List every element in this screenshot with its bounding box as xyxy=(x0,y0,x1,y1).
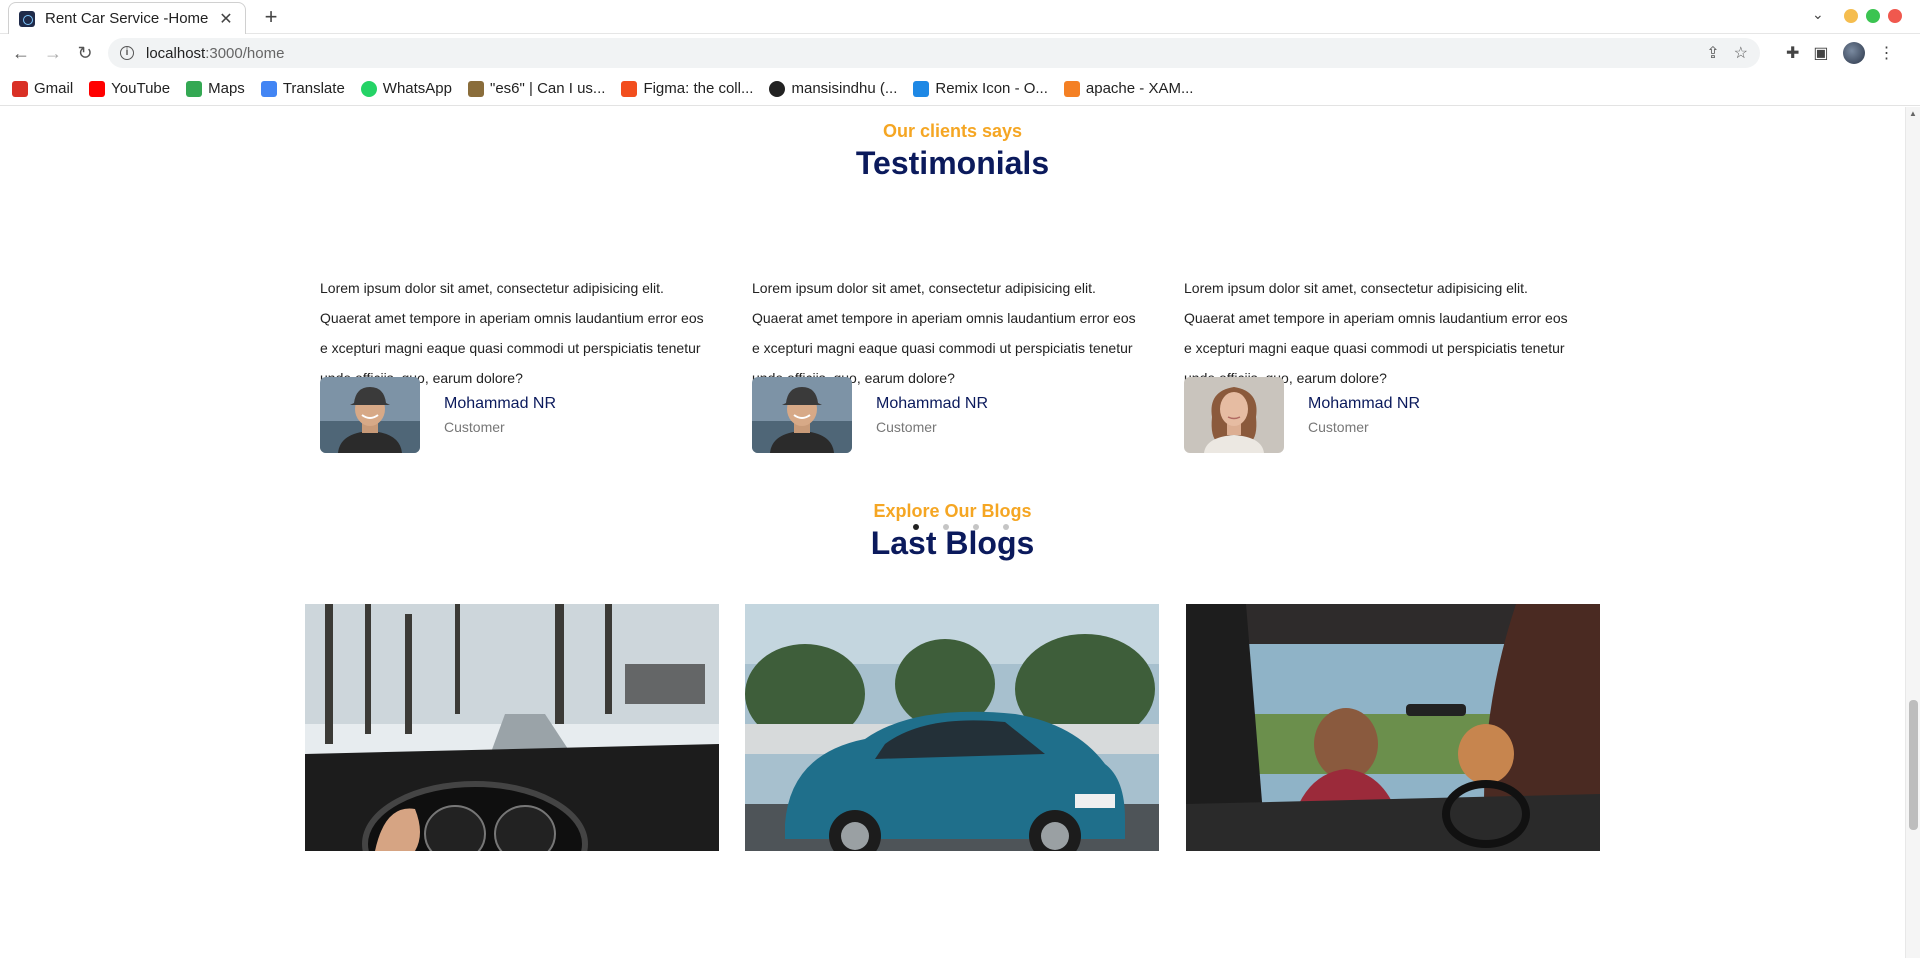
bookmark-label: WhatsApp xyxy=(382,80,452,97)
bookmark-label: Gmail xyxy=(34,80,74,97)
author-role: Customer xyxy=(1308,419,1369,435)
url-host: localhost xyxy=(146,44,206,62)
side-panel-icon[interactable]: ▣ xyxy=(1813,43,1828,63)
gmail-icon xyxy=(12,80,28,97)
author-name: Mohammad NR xyxy=(444,395,557,412)
address-bar[interactable]: i localhost:3000/home ⇪ ☆ xyxy=(108,38,1760,68)
browser-tab[interactable]: Rent Car Service -Home ✕ xyxy=(8,2,246,34)
testimonial-quote: Lorem ipsum dolor sit amet, consectetur … xyxy=(752,280,1136,386)
bookmark-youtube[interactable]: YouTube xyxy=(89,80,170,97)
testimonials-title: Testimonials xyxy=(855,145,1050,181)
testimonial-author: Mohammad NR Customer xyxy=(752,377,988,453)
bookmark-figma[interactable]: Figma: the coll... xyxy=(621,80,753,97)
react-favicon-icon xyxy=(19,10,35,27)
more-menu-icon[interactable]: ⋮ xyxy=(1879,43,1895,63)
share-icon[interactable]: ⇪ xyxy=(1706,43,1719,63)
author-role: Customer xyxy=(444,419,505,435)
bookmark-caniuse[interactable]: "es6" | Can I us... xyxy=(468,80,605,97)
minimize-icon[interactable] xyxy=(1844,9,1858,23)
bookmark-label: Translate xyxy=(282,80,345,97)
man-portrait-image xyxy=(320,377,420,453)
tab-title: Rent Car Service -Home xyxy=(45,10,209,27)
youtube-icon xyxy=(89,80,106,97)
blogs-title: Last Blogs xyxy=(870,525,1035,561)
snowy-road-driving-image xyxy=(305,604,719,851)
window-controls xyxy=(1844,9,1902,23)
testimonial-quote: Lorem ipsum dolor sit amet, consectetur … xyxy=(320,280,704,386)
testimonial-card: Lorem ipsum dolor sit amet, consectetur … xyxy=(752,273,1144,453)
bookmark-label: "es6" | Can I us... xyxy=(490,80,606,97)
bookmark-label: Maps xyxy=(208,80,245,97)
url-text: localhost:3000/home xyxy=(146,45,284,62)
blog-card-image[interactable] xyxy=(305,604,719,851)
testimonials-subtitle: Our clients says xyxy=(882,121,1023,141)
blogs-subtitle: Explore Our Blogs xyxy=(873,501,1032,521)
testimonial-author: Mohammad NR Customer xyxy=(320,377,556,453)
profile-avatar[interactable] xyxy=(1842,42,1865,64)
new-tab-icon[interactable]: + xyxy=(258,4,284,30)
omnibox-actions: ⇪ ☆ xyxy=(1706,43,1748,63)
bookmarks-bar: Gmail YouTube Maps Translate WhatsApp "e… xyxy=(0,72,1920,106)
bookmark-gmail[interactable]: Gmail xyxy=(12,80,73,97)
stackoverflow-icon xyxy=(1063,80,1080,97)
bookmark-translate[interactable]: Translate xyxy=(260,80,345,97)
close-window-icon[interactable] xyxy=(1888,9,1902,23)
url-path: :3000/home xyxy=(205,44,285,62)
bookmark-label: Figma: the coll... xyxy=(643,80,754,97)
maximize-icon[interactable] xyxy=(1866,9,1880,23)
convertible-road-trip-image xyxy=(1186,604,1600,851)
reload-icon[interactable]: ↻ xyxy=(74,42,96,64)
site-info-icon[interactable]: i xyxy=(120,46,134,60)
translate-icon xyxy=(260,80,277,97)
author-meta: Mohammad NR Customer xyxy=(876,395,988,435)
page-viewport: Our clients says Testimonials Lorem ipsu… xyxy=(0,107,1905,958)
author-meta: Mohammad NR Customer xyxy=(1308,395,1420,435)
extensions-puzzle-icon[interactable]: ✚ xyxy=(1786,43,1799,63)
customer-photo xyxy=(752,377,852,453)
browser-tab-bar: Rent Car Service -Home ✕ + ⌄ xyxy=(0,0,1920,34)
bookmark-star-icon[interactable]: ☆ xyxy=(1734,43,1748,63)
blue-hatchback-car-image xyxy=(745,604,1159,851)
bookmark-whatsapp[interactable]: WhatsApp xyxy=(360,80,452,97)
testimonial-quote: Lorem ipsum dolor sit amet, consectetur … xyxy=(1184,280,1568,386)
bookmark-stackoverflow[interactable]: apache - XAM... xyxy=(1063,80,1194,97)
customer-photo xyxy=(320,377,420,453)
forward-arrow-icon[interactable]: → xyxy=(42,42,64,64)
page-scrollbar[interactable]: ▲ xyxy=(1905,107,1920,958)
scrollbar-thumb[interactable] xyxy=(1909,700,1918,830)
figma-icon xyxy=(621,80,638,97)
blog-card-image[interactable] xyxy=(745,604,1159,851)
author-name: Mohammad NR xyxy=(1308,395,1421,412)
woman-portrait-image xyxy=(1184,377,1284,453)
author-meta: Mohammad NR Customer xyxy=(444,395,556,435)
bookmark-label: YouTube xyxy=(111,80,171,97)
bookmark-maps[interactable]: Maps xyxy=(186,80,245,97)
author-role: Customer xyxy=(876,419,937,435)
bookmark-label: mansisindhu (... xyxy=(791,80,898,97)
bookmark-label: Remix Icon - O... xyxy=(935,80,1048,97)
whatsapp-icon xyxy=(360,80,377,97)
testimonial-card: Lorem ipsum dolor sit amet, consectetur … xyxy=(1184,273,1576,453)
close-tab-icon[interactable]: ✕ xyxy=(217,9,235,29)
bookmark-label: apache - XAM... xyxy=(1085,80,1194,97)
tab-search-chevron-icon[interactable]: ⌄ xyxy=(1812,6,1824,23)
caniuse-icon xyxy=(468,80,484,97)
back-arrow-icon[interactable]: ← xyxy=(10,42,32,64)
man-portrait-image xyxy=(752,377,852,453)
testimonial-card: Lorem ipsum dolor sit amet, consectetur … xyxy=(320,273,712,453)
toolbar-actions: ✚ ▣ ⋮ xyxy=(1786,42,1895,64)
github-icon xyxy=(769,80,786,97)
blog-card-image[interactable] xyxy=(1186,604,1600,851)
maps-icon xyxy=(186,80,203,97)
browser-toolbar: ← → ↻ i localhost:3000/home ⇪ ☆ ✚ ▣ ⋮ xyxy=(0,34,1920,72)
scroll-up-arrow-icon[interactable]: ▲ xyxy=(1909,109,1917,118)
remixicon-icon xyxy=(913,80,930,97)
testimonial-author: Mohammad NR Customer xyxy=(1184,377,1420,453)
customer-photo xyxy=(1184,377,1284,453)
bookmark-remixicon[interactable]: Remix Icon - O... xyxy=(913,80,1048,97)
author-name: Mohammad NR xyxy=(876,395,989,412)
bookmark-github[interactable]: mansisindhu (... xyxy=(769,80,897,97)
